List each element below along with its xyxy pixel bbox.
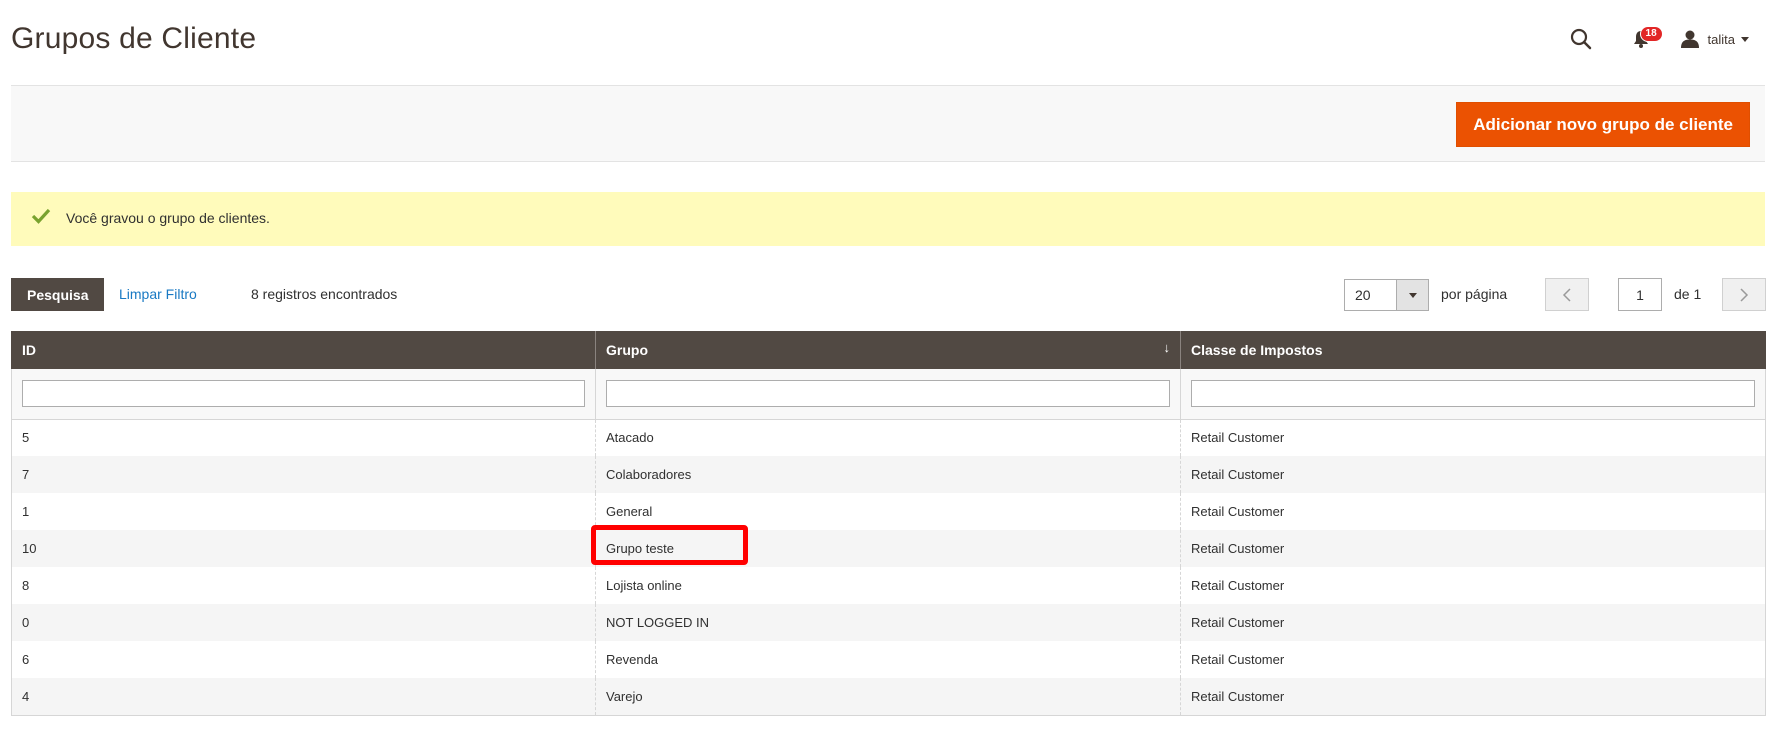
tax-class-filter-input[interactable] <box>1191 380 1755 408</box>
table-row[interactable]: 6 Revenda Retail Customer <box>11 641 1766 678</box>
notification-count-badge: 18 <box>1639 26 1663 42</box>
sort-arrow-icon: ↓ <box>1163 340 1171 355</box>
column-header-group[interactable]: Grupo ↓ <box>595 331 1181 369</box>
cell-id: 8 <box>11 567 596 604</box>
cell-id: 4 <box>11 678 596 716</box>
cell-group: Revenda <box>595 641 1181 678</box>
group-filter-input[interactable] <box>606 380 1170 408</box>
page: Grupos de Cliente 18 talita Adicionar no <box>0 0 1775 737</box>
column-header-tax-class-label: Classe de Impostos <box>1191 342 1323 358</box>
column-header-id[interactable]: ID <box>11 331 596 369</box>
filter-row <box>11 369 1766 420</box>
grid-header-row: ID Grupo ↓ Classe de Impostos <box>11 331 1766 369</box>
check-icon <box>31 208 51 224</box>
cell-group: Varejo <box>595 678 1181 716</box>
cell-tax-class: Retail Customer <box>1180 678 1766 716</box>
cell-group: Atacado <box>595 419 1181 456</box>
cell-tax-class: Retail Customer <box>1180 456 1766 493</box>
user-name: talita <box>1707 31 1735 47</box>
cell-tax-class: Retail Customer <box>1180 604 1766 641</box>
per-page-select[interactable]: 20 <box>1344 279 1429 311</box>
success-message: Você gravou o grupo de clientes. <box>11 192 1765 246</box>
search-button[interactable]: Pesquisa <box>11 278 105 311</box>
notifications-bell[interactable]: 18 <box>1626 24 1663 54</box>
page-actions-bar: Adicionar novo grupo de cliente <box>11 85 1765 162</box>
column-header-tax-class[interactable]: Classe de Impostos <box>1180 331 1766 369</box>
table-row[interactable]: 1 General Retail Customer <box>11 493 1766 530</box>
current-page-input[interactable] <box>1618 278 1662 311</box>
customer-groups-grid: ID Grupo ↓ Classe de Impostos 5 Atacado R… <box>11 331 1766 716</box>
search-icon[interactable] <box>1566 24 1596 54</box>
previous-page-button[interactable] <box>1545 278 1589 311</box>
table-row[interactable]: 10 Grupo teste Retail Customer <box>11 525 1766 567</box>
next-page-button[interactable] <box>1722 278 1766 311</box>
column-header-id-label: ID <box>22 342 36 358</box>
success-message-text: Você gravou o grupo de clientes. <box>66 210 270 226</box>
cell-tax-class: Retail Customer <box>1180 567 1766 604</box>
page-title: Grupos de Cliente <box>11 22 257 55</box>
filter-cell <box>11 369 596 420</box>
reset-filter-link[interactable]: Limpar Filtro <box>119 286 197 302</box>
chevron-down-icon <box>1741 36 1749 42</box>
cell-group: Grupo teste <box>591 525 1181 567</box>
page-total: de 1 <box>1674 286 1702 302</box>
cell-tax-class: Retail Customer <box>1180 641 1766 678</box>
per-page-label: por página <box>1441 286 1508 302</box>
table-row[interactable]: 7 Colaboradores Retail Customer <box>11 456 1766 493</box>
highlight-box <box>591 525 748 565</box>
table-row[interactable]: 0 NOT LOGGED IN Retail Customer <box>11 604 1766 641</box>
per-page-toggle[interactable] <box>1396 280 1428 310</box>
cell-tax-class: Retail Customer <box>1180 530 1766 567</box>
grid-toolbar: Pesquisa Limpar Filtro 8 registros encon… <box>11 278 1766 312</box>
group-name-wrap: Grupo teste <box>591 525 748 565</box>
cell-tax-class: Retail Customer <box>1180 493 1766 530</box>
cell-group: Colaboradores <box>595 456 1181 493</box>
cell-group: Lojista online <box>595 567 1181 604</box>
filter-cell <box>1180 369 1766 420</box>
column-header-group-label: Grupo <box>606 342 648 358</box>
chevron-right-icon <box>1740 287 1749 302</box>
header-actions: 18 talita <box>1566 24 1749 54</box>
filter-cell <box>595 369 1181 420</box>
cell-id: 10 <box>11 530 596 567</box>
chevron-left-icon <box>1562 287 1571 302</box>
records-found: 8 registros encontrados <box>251 286 398 302</box>
user-menu[interactable]: talita <box>1680 30 1749 48</box>
table-row[interactable]: 4 Varejo Retail Customer <box>11 678 1766 716</box>
cell-id: 5 <box>11 419 596 456</box>
cell-group: NOT LOGGED IN <box>595 604 1181 641</box>
cell-id: 7 <box>11 456 596 493</box>
cell-id: 1 <box>11 493 596 530</box>
add-customer-group-button[interactable]: Adicionar novo grupo de cliente <box>1456 102 1750 147</box>
table-row[interactable]: 8 Lojista online Retail Customer <box>11 567 1766 604</box>
per-page-value: 20 <box>1355 287 1371 303</box>
user-icon <box>1680 30 1699 48</box>
cell-id: 6 <box>11 641 596 678</box>
table-row[interactable]: 5 Atacado Retail Customer <box>11 419 1766 456</box>
id-filter-input[interactable] <box>22 380 585 408</box>
cell-id: 0 <box>11 604 596 641</box>
chevron-down-icon <box>1408 292 1417 298</box>
cell-tax-class: Retail Customer <box>1180 419 1766 456</box>
